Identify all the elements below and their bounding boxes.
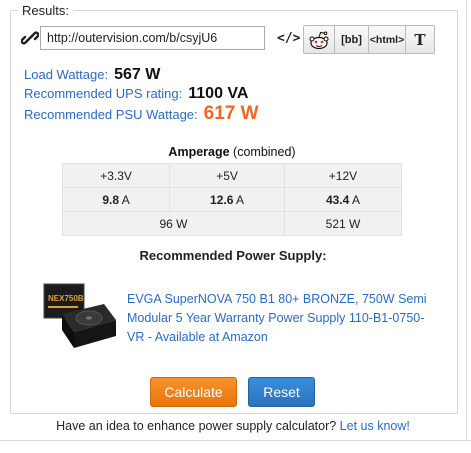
embed-code-button[interactable]: </>: [277, 31, 300, 46]
amperage-table: Amperage (combined) +3.3V +5V +12V 9.8 A…: [61, 140, 403, 236]
reddit-share-button[interactable]: [303, 25, 335, 54]
html-share-button[interactable]: <html>: [368, 25, 406, 54]
rail-12v-header: +12V: [283, 163, 403, 188]
feedback-footer: Have an idea to enhance power supply cal…: [0, 419, 466, 433]
psu-wattage-row: Recommended PSU Wattage: 617 W: [24, 103, 259, 125]
result-url-input[interactable]: [40, 26, 265, 50]
load-wattage-value: 567 W: [114, 66, 161, 83]
text-share-button[interactable]: T: [405, 25, 435, 54]
amperage-subtitle: (combined): [233, 144, 296, 159]
combined-watts-3v3-5v: 96 W: [62, 211, 285, 236]
amperage-title: Amperage (combined): [62, 140, 402, 164]
results-legend: Results:: [18, 3, 73, 18]
amperage-title-text: Amperage: [168, 144, 230, 159]
right-border: [466, 0, 467, 440]
link-icon: [21, 31, 39, 45]
calculate-button[interactable]: Calculate: [150, 377, 237, 407]
share-button-group: [bb] <html> T: [303, 25, 435, 54]
rail-3v3-amps-unit: A: [121, 192, 130, 207]
rail-12v-amps-value: 43.4: [325, 192, 350, 207]
reset-button[interactable]: Reset: [248, 377, 315, 407]
ups-rating-row: Recommended UPS rating: 1100 VA: [24, 85, 248, 103]
rail-5v-amps-value: 12.6: [210, 192, 234, 207]
recommended-psu-title: Recommended Power Supply:: [139, 248, 327, 263]
feedback-link[interactable]: Let us know!: [340, 419, 410, 433]
rail-12v-amps: 43.4 A: [283, 187, 403, 212]
rail-12v-amps-unit: A: [351, 192, 360, 207]
rail-5v-amps: 12.6 A: [169, 187, 285, 212]
reddit-icon: [309, 31, 329, 49]
load-wattage-label: Load Wattage:: [24, 67, 109, 82]
psu-box-label: NEX750B: [48, 294, 84, 303]
feedback-text: Have an idea to enhance power supply cal…: [56, 419, 337, 433]
psu-product-image[interactable]: NEX750B: [42, 280, 118, 350]
ups-rating-value: 1100 VA: [188, 85, 249, 102]
rail-3v3-header: +3.3V: [61, 163, 171, 188]
psu-product-link[interactable]: EVGA SuperNOVA 750 B1 80+ BRONZE, 750W S…: [127, 290, 427, 347]
ups-rating-label: Recommended UPS rating:: [24, 86, 183, 101]
rail-5v-header: +5V: [169, 163, 285, 188]
rail-3v3-amps: 9.8 A: [61, 187, 171, 212]
psu-wattage-label: Recommended PSU Wattage:: [24, 107, 198, 122]
watts-12v: 521 W: [283, 211, 403, 236]
psu-wattage-value: 617 W: [203, 103, 259, 124]
rail-3v3-amps-value: 9.8: [102, 192, 120, 207]
rail-5v-amps-unit: A: [236, 192, 245, 207]
bbcode-share-button[interactable]: [bb]: [334, 25, 369, 54]
load-wattage-row: Load Wattage: 567 W: [24, 66, 160, 84]
bottom-divider: [0, 440, 471, 441]
